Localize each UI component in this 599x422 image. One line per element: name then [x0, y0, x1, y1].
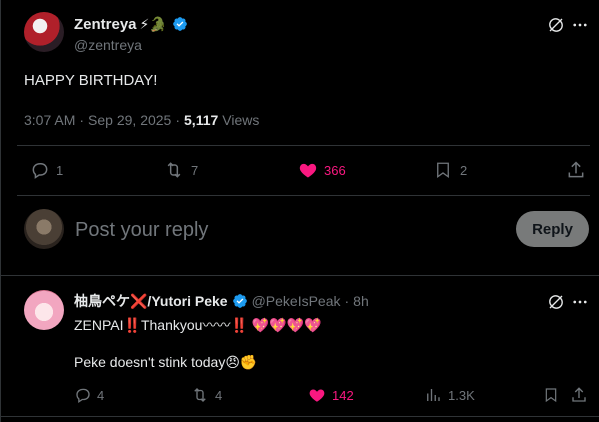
more-options-icon[interactable]	[570, 15, 590, 35]
reply-author-row: 柚鳥ペケ❌/Yutori Peke @PekeIsPeak · 8h	[74, 292, 369, 310]
share-action[interactable]	[570, 386, 588, 404]
like-action[interactable]: 142	[308, 386, 354, 404]
like-action[interactable]: 366	[298, 160, 346, 180]
divider	[17, 145, 590, 146]
divider	[17, 195, 590, 196]
bookmark-icon	[545, 388, 557, 403]
reply-author-name[interactable]: 柚鳥ペケ❌/Yutori Peke	[74, 291, 228, 311]
repost-action[interactable]: 7	[163, 160, 198, 180]
reply-icon	[76, 388, 90, 404]
author-row: Zentreya ⚡🐊	[74, 15, 188, 33]
reply-icon	[32, 163, 48, 179]
peke-avatar[interactable]	[24, 290, 64, 330]
views-label: Views	[222, 112, 260, 128]
share-icon	[572, 387, 586, 402]
repost-icon	[167, 162, 181, 178]
views-count: 5,117	[184, 112, 219, 128]
post-meta: 3:07 AM · Sep 29, 2025 · 5,117 Views	[24, 112, 259, 128]
reply-input[interactable]: Post your reply	[75, 219, 495, 242]
heart-filled-icon	[309, 389, 325, 402]
bookmark-action[interactable]	[543, 386, 559, 404]
meta-separator: ·	[175, 112, 181, 128]
reply-time[interactable]: 8h	[353, 293, 369, 309]
grok-icon[interactable]	[546, 15, 566, 35]
heart-filled-icon	[299, 163, 317, 178]
meta-separator: ·	[79, 112, 85, 128]
verified-badge-icon	[172, 16, 188, 32]
reply-count: 4	[97, 387, 105, 403]
more-options-icon[interactable]	[570, 292, 590, 312]
post-date[interactable]: Sep 29, 2025	[88, 112, 171, 128]
reply-count: 1	[56, 162, 64, 178]
bookmark-icon	[437, 162, 449, 179]
bookmark-count: 2	[460, 162, 468, 178]
share-action[interactable]	[566, 160, 586, 180]
repost-count: 4	[215, 387, 223, 403]
post-time[interactable]: 3:07 AM	[24, 112, 75, 128]
repost-action[interactable]: 4	[190, 386, 222, 404]
analytics-icon	[427, 389, 440, 401]
divider	[0, 416, 599, 417]
reply-action[interactable]: 4	[74, 386, 104, 404]
reply-text-line2: Peke doesn't stink today😠✊	[74, 354, 258, 370]
meta-separator: ·	[344, 293, 350, 309]
share-icon	[568, 161, 584, 178]
left-border	[0, 0, 1, 422]
author-handle[interactable]: @zentreya	[74, 37, 142, 53]
reply-button[interactable]: Reply	[516, 211, 589, 247]
like-count: 142	[332, 387, 354, 403]
name-emojis: ⚡🐊	[139, 15, 167, 32]
grok-icon[interactable]	[546, 292, 566, 312]
reply-text-line1: ZENPAI‼️Thankyou〰〰‼️ 💖💖💖💖	[74, 317, 322, 333]
views-count: 1.3K	[448, 387, 475, 403]
zentreya-avatar[interactable]	[24, 12, 64, 52]
divider	[0, 275, 599, 276]
bookmark-action[interactable]: 2	[434, 160, 467, 180]
repost-count: 7	[191, 162, 199, 178]
reply-handle[interactable]: @PekeIsPeak	[252, 293, 341, 309]
post-text: HAPPY BIRTHDAY!	[24, 72, 158, 89]
current-user-avatar[interactable]	[24, 209, 64, 249]
views-action[interactable]: 1.3K	[424, 386, 475, 404]
verified-badge-icon	[232, 293, 248, 309]
repost-icon	[194, 388, 206, 402]
reply-action[interactable]: 1	[30, 160, 63, 180]
author-name[interactable]: Zentreya	[74, 16, 137, 33]
like-count: 366	[324, 162, 346, 178]
